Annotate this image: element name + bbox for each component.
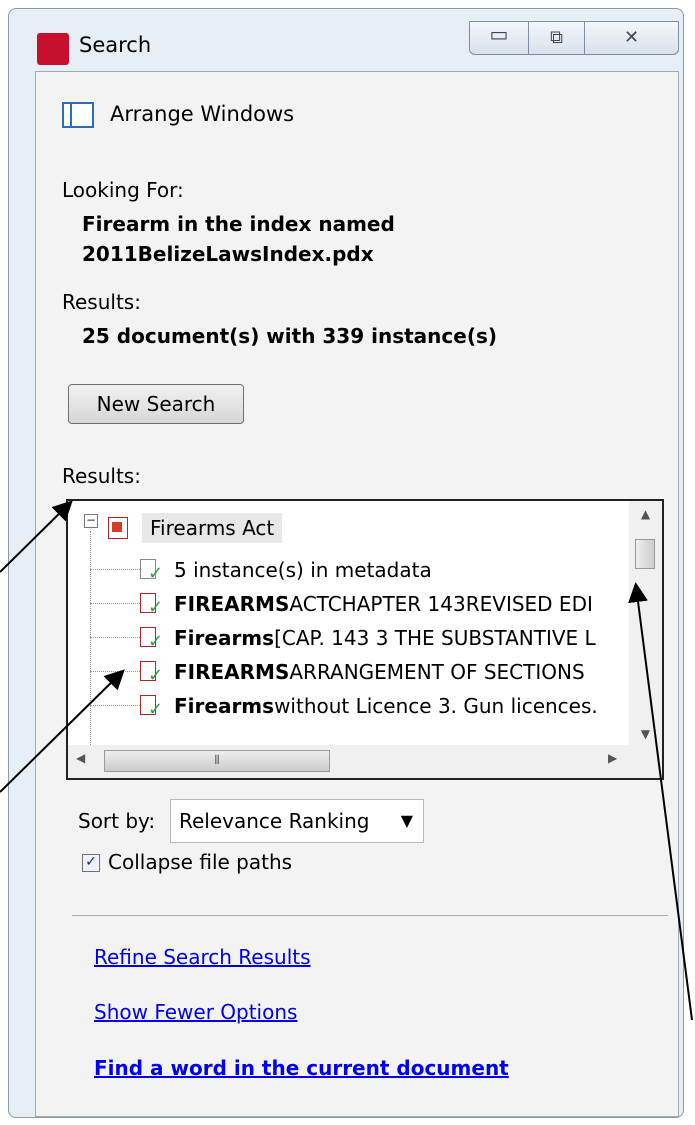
minimize-icon: ▭ [489,22,509,46]
show-fewer-options-link[interactable]: Show Fewer Options [94,1000,297,1024]
horizontal-scrollbar[interactable]: ◀ ⦀ ▶ [68,745,631,778]
collapse-toggle-icon[interactable]: − [84,514,98,528]
result-text: ACTCHAPTER 143REVISED EDI [289,592,593,616]
results-tree-rows: − Firearms Act ✓ 5 instance(s) in metada… [68,501,631,745]
tree-branch [90,569,140,571]
close-button[interactable]: ✕ [585,21,679,55]
title-bar: Search ▭ ⧉ ✕ [9,9,683,73]
arrange-windows-button[interactable]: Arrange Windows [110,102,294,126]
tree-branch [90,705,140,707]
results-summary-label: Results: [62,290,141,314]
window-title: Search [79,33,152,57]
screenshot-frame: Search ▭ ⧉ ✕ Arrange Windows Looking For… [0,0,695,1125]
divider [72,915,668,916]
pdf-hit-icon: ✓ [140,695,164,720]
tree-root-node[interactable]: Firearms Act [108,511,283,545]
sort-by-value: Relevance Ranking [179,809,370,833]
collapse-paths-label[interactable]: Collapse file paths [108,850,292,874]
tree-branch [90,671,140,673]
tree-root-label: Firearms Act [142,513,283,543]
horizontal-scroll-thumb[interactable]: ⦀ [104,750,330,772]
scrollbar-corner [629,745,662,778]
tree-branch [90,637,140,639]
maximize-button[interactable]: ⧉ [529,21,585,55]
chevron-down-icon: ▼ [400,811,413,830]
looking-for-label: Looking For: [62,178,184,202]
result-item[interactable]: ✓ Firearms [CAP. 143 3 THE SUBSTANTIVE L [140,621,596,655]
maximize-icon: ⧉ [550,27,563,48]
pdf-hit-icon: ✓ [140,593,164,618]
search-window: Search ▭ ⧉ ✕ Arrange Windows Looking For… [8,8,684,1118]
sort-by-select[interactable]: Relevance Ranking ▼ [170,799,424,843]
scroll-up-icon[interactable]: ▲ [629,507,662,521]
arrange-windows-icon[interactable] [62,102,94,128]
collapse-paths-checkbox[interactable]: ✓ [82,854,100,872]
vertical-scroll-thumb[interactable] [635,539,655,569]
window-controls: ▭ ⧉ ✕ [469,21,683,57]
scroll-left-icon[interactable]: ◀ [76,751,85,765]
result-term: FIREARMS [174,592,290,616]
result-item[interactable]: ✓ FIREARMS ACTCHAPTER 143REVISED EDI [140,587,593,621]
metadata-check-icon: ✓ [140,559,164,584]
results-list-label: Results: [62,464,141,488]
acrobat-icon [37,33,69,65]
result-item[interactable]: ✓ FIREARMS ARRANGEMENT OF SECTIONS [140,655,585,689]
results-tree[interactable]: − Firearms Act ✓ 5 instance(s) in metada… [66,499,664,780]
minimize-button[interactable]: ▭ [469,21,529,55]
result-term: FIREARMS [174,660,290,684]
looking-for-line1: Firearm in the index named [82,212,395,236]
result-text: without Licence 3. Gun licences. [274,694,598,718]
close-icon: ✕ [623,27,640,48]
looking-for-line2: 2011BelizeLawsIndex.pdx [82,242,374,266]
result-item[interactable]: ✓ Firearms without Licence 3. Gun licenc… [140,689,598,723]
new-search-button[interactable]: New Search [68,384,244,424]
scroll-down-icon[interactable]: ▼ [629,727,662,741]
result-text: 5 instance(s) in metadata [174,558,432,582]
scroll-right-icon[interactable]: ▶ [608,751,617,765]
result-term: Firearms [174,694,275,718]
pdf-document-icon [108,517,128,539]
result-item[interactable]: ✓ 5 instance(s) in metadata [140,553,432,587]
result-term: Firearms [174,626,275,650]
pdf-hit-icon: ✓ [140,661,164,686]
tree-branch [90,603,140,605]
vertical-scrollbar[interactable]: ▲ ▼ [629,501,662,745]
find-word-link[interactable]: Find a word in the current document [94,1056,509,1080]
pdf-hit-icon: ✓ [140,627,164,652]
result-text: ARRANGEMENT OF SECTIONS [289,660,585,684]
result-text: [CAP. 143 3 THE SUBSTANTIVE L [274,626,596,650]
results-summary-value: 25 document(s) with 339 instance(s) [82,324,497,348]
refine-search-link[interactable]: Refine Search Results [94,945,311,969]
sort-by-label: Sort by: [78,809,156,833]
search-panel: Arrange Windows Looking For: Firearm in … [35,71,679,1117]
